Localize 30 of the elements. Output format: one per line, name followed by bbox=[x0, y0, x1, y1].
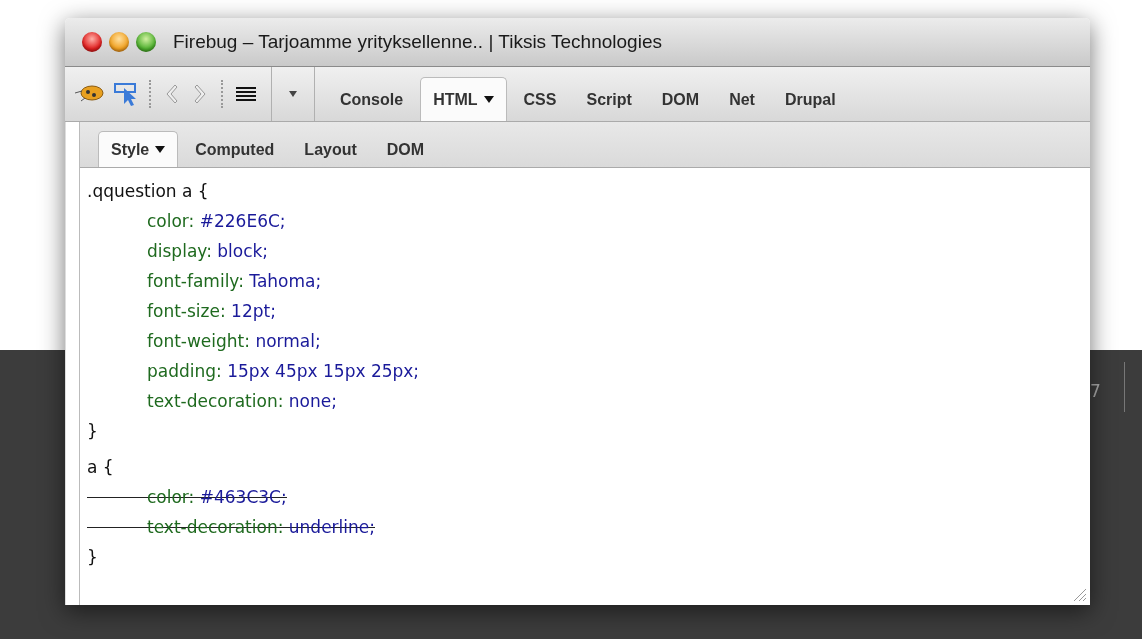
css-declaration: color: #226E6C; bbox=[146, 210, 286, 233]
css-declaration: font-size: 12pt; bbox=[146, 300, 276, 323]
panel-tab[interactable]: Drupal bbox=[771, 77, 849, 121]
css-declaration: text-decoration: none; bbox=[146, 390, 337, 413]
side-tab[interactable]: DOM bbox=[373, 131, 438, 167]
panel-tab[interactable]: Script bbox=[573, 77, 645, 121]
zoom-button[interactable] bbox=[136, 32, 156, 52]
panel-tab[interactable]: DOM bbox=[648, 77, 713, 121]
panel-tab[interactable]: Net bbox=[716, 77, 768, 121]
css-declaration: padding: 15px 45px 15px 25px; bbox=[146, 360, 420, 383]
panel-tab[interactable]: HTML bbox=[420, 77, 507, 121]
window-title: Firebug – Tarjoamme yrityksellenne.. | Tiksis Technologies bbox=[173, 31, 662, 53]
css-declaration: font-weight: normal; bbox=[146, 330, 321, 353]
page-number: 7 bbox=[1090, 381, 1101, 401]
css-selector: .qquestion a { bbox=[87, 180, 210, 203]
panel-tab[interactable]: Console bbox=[327, 77, 417, 121]
resize-grip-icon[interactable] bbox=[1071, 586, 1087, 602]
inspect-icon[interactable] bbox=[113, 81, 139, 107]
side-tab[interactable]: Computed bbox=[182, 131, 288, 167]
css-declaration: display: block; bbox=[146, 240, 269, 263]
panel-tab[interactable]: CSS bbox=[510, 77, 570, 121]
side-tab[interactable]: Style bbox=[98, 131, 179, 167]
minimize-button[interactable] bbox=[109, 32, 129, 52]
closing-brace: } bbox=[87, 420, 99, 443]
close-button[interactable] bbox=[82, 32, 102, 52]
css-selector: a { bbox=[87, 456, 115, 479]
closing-brace: } bbox=[87, 546, 99, 569]
side-tab[interactable]: Layout bbox=[291, 131, 370, 167]
css-declaration: font-family: Tahoma; bbox=[146, 270, 322, 293]
caret-icon[interactable] bbox=[288, 90, 298, 98]
